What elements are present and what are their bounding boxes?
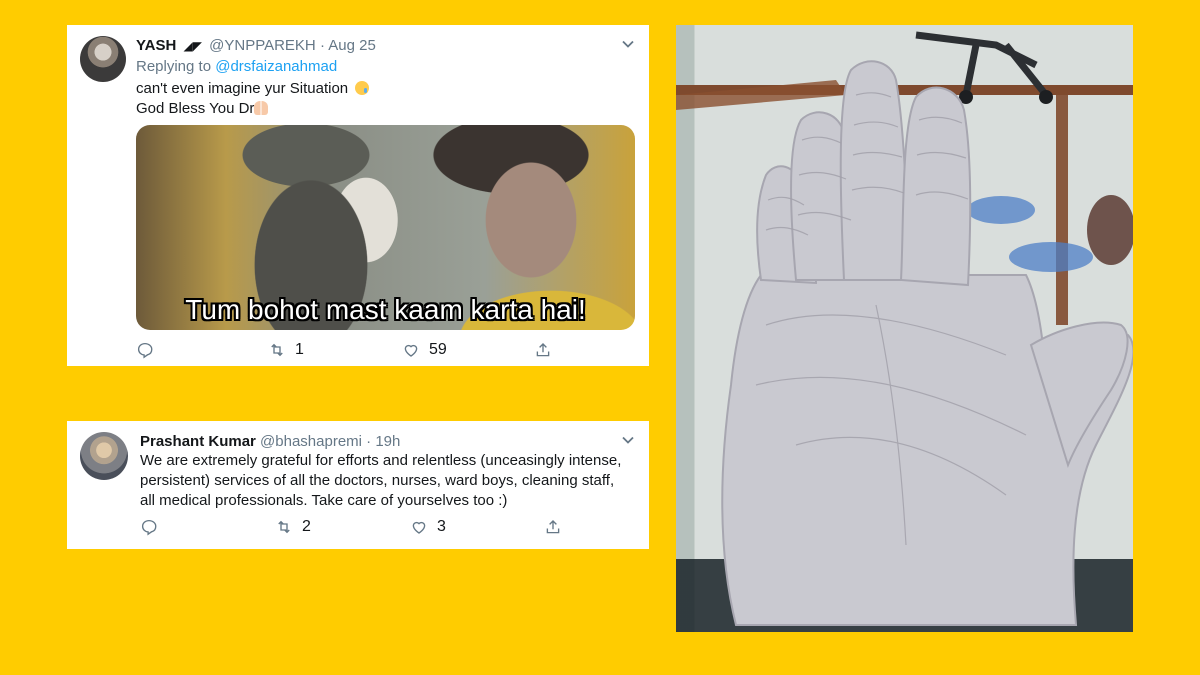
user-handle[interactable]: @bhashapremi (260, 433, 362, 450)
like-count: 3 (437, 518, 446, 535)
share-icon (536, 343, 550, 357)
like-button[interactable]: 3 (410, 518, 446, 536)
retweet-icon (271, 343, 283, 357)
sad-tear-face-emoji-icon (355, 81, 370, 95)
chevron-down-icon[interactable] (621, 433, 635, 447)
tweet-header: YASH ◢◤ @YNPPAREKH · Aug 25 (136, 37, 376, 54)
name-glyphs: ◢◤ (183, 39, 202, 53)
meme-caption: Tum bohot mast kaam karta hai! (185, 294, 586, 325)
reply-icon (137, 342, 153, 359)
retweet-button[interactable]: 1 (268, 341, 304, 359)
display-name[interactable]: Prashant Kumar (140, 433, 256, 450)
mention-link[interactable]: @drsfaizanahmad (215, 58, 337, 75)
wrinkled-hand-photo (676, 25, 1133, 632)
reply-icon (141, 519, 157, 536)
display-name[interactable]: YASH (136, 37, 176, 54)
retweet-button[interactable]: 2 (275, 518, 311, 536)
share-button[interactable] (544, 518, 562, 536)
retweet-icon (278, 520, 290, 534)
tweet-date[interactable]: Aug 25 (328, 37, 376, 54)
replying-label: Replying to (136, 58, 212, 75)
tweet-text: We are extremely grateful for efforts an… (140, 452, 622, 509)
tweet-date[interactable]: 19h (375, 433, 400, 450)
tweet-line-2: God Bless You Dr (136, 100, 255, 117)
tweet-text: can't even imagine yur Situation God Ble… (136, 79, 616, 119)
hand-illustration (676, 31, 1133, 626)
retweet-count: 1 (295, 341, 304, 358)
avatar[interactable] (80, 432, 128, 480)
avatar[interactable] (80, 36, 126, 82)
share-button[interactable] (534, 341, 552, 359)
tweet-card-prashant[interactable]: Prashant Kumar @bhashapremi · 19h We are… (67, 421, 649, 549)
tweet-line-1: can't even imagine yur Situation (136, 80, 349, 97)
replying-to: Replying to @drsfaizanahmad (136, 58, 337, 75)
reply-button[interactable] (136, 341, 154, 359)
like-count: 59 (429, 341, 447, 358)
tweet-card-yash[interactable]: YASH ◢◤ @YNPPAREKH · Aug 25 Replying to … (67, 25, 649, 366)
tweet-header: Prashant Kumar @bhashapremi · 19h (140, 433, 400, 450)
retweet-count: 2 (302, 518, 311, 535)
heart-icon (412, 521, 426, 534)
separator: · (366, 433, 372, 450)
separator: · (319, 37, 325, 54)
like-button[interactable]: 59 (402, 341, 447, 359)
heart-icon (404, 344, 418, 357)
folded-hands-emoji-icon (254, 101, 269, 115)
share-icon (546, 520, 560, 534)
chevron-down-icon[interactable] (621, 37, 635, 51)
user-handle[interactable]: @YNPPAREKH (209, 37, 316, 54)
reply-button[interactable] (140, 518, 158, 536)
meme-image[interactable]: Tum bohot mast kaam karta hai! (136, 125, 635, 330)
